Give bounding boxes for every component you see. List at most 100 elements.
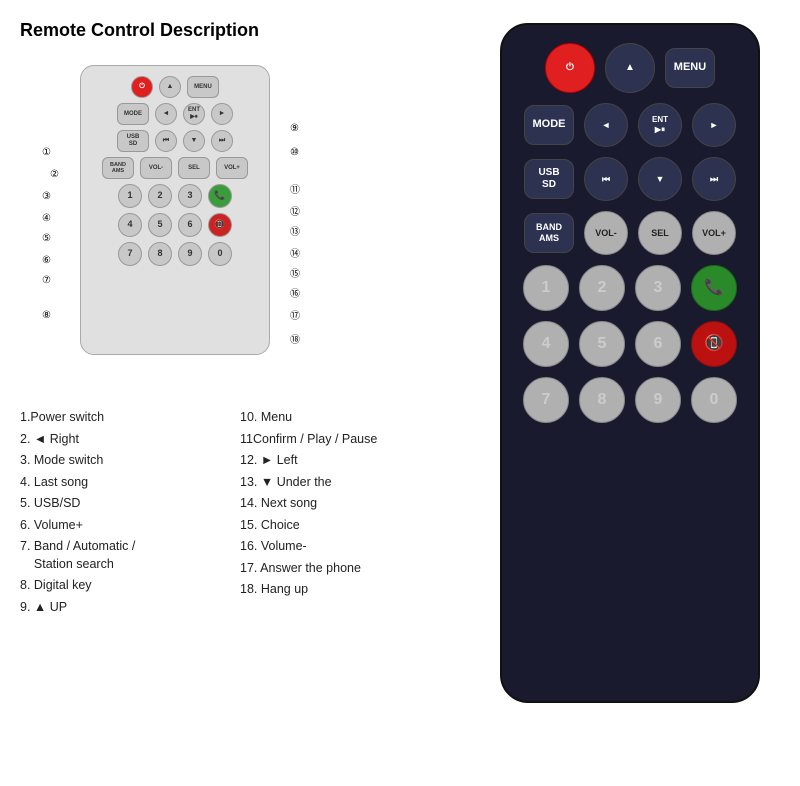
desc-item-10: 10. Menu (240, 409, 452, 427)
rv-band-btn[interactable]: BANDAMS (524, 213, 574, 253)
diag-down-btn: ▼ (183, 130, 205, 152)
rv-down-btn[interactable]: ▼ (638, 157, 682, 201)
diag-volminus-btn: VOL- (140, 157, 172, 179)
rv-usb-btn[interactable]: USBSD (524, 159, 574, 199)
label-11: ⑪ (290, 181, 300, 196)
rv-5-btn[interactable]: 5 (579, 321, 625, 367)
diag-0-btn: 0 (208, 242, 232, 266)
rv-call-btn[interactable]: 📞 (691, 265, 737, 311)
diag-7-btn: 7 (118, 242, 142, 266)
diagram-area: ⏻ ▲ MENU MODE ◄ ENT▶⏸ ► USBSD ⏮ ▼ ⏭ (20, 55, 460, 395)
rv-6-btn[interactable]: 6 (635, 321, 681, 367)
rv-row-nums3: 7 8 9 0 (520, 377, 740, 423)
right-section: ⏻ ▲ MENU MODE ◄ ENT▶⏸ ► USBSD ⏮ ▼ ⏭ BAND… (480, 20, 780, 766)
diag-next-btn: ⏭ (211, 130, 233, 152)
desc-item-14: 14. Next song (240, 495, 452, 513)
diag-usb-btn: USBSD (117, 130, 149, 152)
diag-hangup-btn: 📵 (208, 213, 232, 237)
diag-prev-btn: ⏮ (155, 130, 177, 152)
rv-volplus-btn[interactable]: VOL+ (692, 211, 736, 255)
rv-1-btn[interactable]: 1 (523, 265, 569, 311)
rv-row-2: MODE ◄ ENT▶⏸ ► (520, 103, 740, 147)
diag-mode-btn: MODE (117, 103, 149, 125)
label-9: ⑨ (290, 123, 299, 134)
rv-row-4: BANDAMS VOL- SEL VOL+ (520, 211, 740, 255)
page-title: Remote Control Description (20, 20, 460, 41)
label-18: ⑱ (290, 331, 300, 346)
label-14: ⑭ (290, 245, 300, 260)
label-13: ⑬ (290, 223, 300, 238)
diag-call-btn: 📞 (208, 184, 232, 208)
rv-3-btn[interactable]: 3 (635, 265, 681, 311)
diag-left-btn: ◄ (155, 103, 177, 125)
label-6: ⑥ (42, 255, 51, 266)
label-4: ④ (42, 213, 51, 224)
rv-row-nums2: 4 5 6 📵 (520, 321, 740, 367)
desc-col-right: 10. Menu 11Confirm / Play / Pause 12. ► … (240, 409, 460, 766)
desc-item-5: 5. USB/SD (20, 495, 232, 513)
diag-4-btn: 4 (118, 213, 142, 237)
diag-volplus-btn: VOL+ (216, 157, 248, 179)
rv-right-btn[interactable]: ► (692, 103, 736, 147)
label-7: ⑦ (42, 275, 51, 286)
rv-8-btn[interactable]: 8 (579, 377, 625, 423)
diag-sel-btn: SEL (178, 157, 210, 179)
rv-hangup-btn[interactable]: 📵 (691, 321, 737, 367)
rv-9-btn[interactable]: 9 (635, 377, 681, 423)
diag-9-btn: 9 (178, 242, 202, 266)
left-section: Remote Control Description ⏻ ▲ MENU MODE… (20, 20, 460, 766)
diag-power-btn: ⏻ (131, 76, 153, 98)
diag-5-btn: 5 (148, 213, 172, 237)
diag-1-btn: 1 (118, 184, 142, 208)
desc-item-18: 18. Hang up (240, 581, 452, 599)
diagram-remote: ⏻ ▲ MENU MODE ◄ ENT▶⏸ ► USBSD ⏮ ▼ ⏭ (80, 65, 270, 355)
desc-item-11: 11Confirm / Play / Pause (240, 431, 452, 449)
label-17: ⑰ (290, 307, 300, 322)
desc-item-9: 9. ▲ UP (20, 599, 232, 617)
rv-prev-btn[interactable]: ⏮ (584, 157, 628, 201)
rv-power-btn[interactable]: ⏻ (545, 43, 595, 93)
rv-sel-btn[interactable]: SEL (638, 211, 682, 255)
rv-2-btn[interactable]: 2 (579, 265, 625, 311)
label-3: ③ (42, 191, 51, 202)
rv-row-1: ⏻ ▲ MENU (520, 43, 740, 93)
label-16: ⑯ (290, 285, 300, 300)
rv-4-btn[interactable]: 4 (523, 321, 569, 367)
rv-left-btn[interactable]: ◄ (584, 103, 628, 147)
diag-8-btn: 8 (148, 242, 172, 266)
desc-item-13: 13. ▼ Under the (240, 474, 452, 492)
desc-col-left: 1.Power switch 2. ◄ Right 3. Mode switch… (20, 409, 240, 766)
rv-7-btn[interactable]: 7 (523, 377, 569, 423)
page: Remote Control Description ⏻ ▲ MENU MODE… (0, 0, 800, 786)
diag-band-btn: BANDAMS (102, 157, 134, 179)
label-8: ⑧ (42, 310, 51, 321)
diag-ent-btn: ENT▶⏸ (183, 103, 205, 125)
desc-item-17: 17. Answer the phone (240, 560, 452, 578)
rv-0-btn[interactable]: 0 (691, 377, 737, 423)
remote-visual: ⏻ ▲ MENU MODE ◄ ENT▶⏸ ► USBSD ⏮ ▼ ⏭ BAND… (500, 23, 760, 703)
rv-skip-btn[interactable]: ⏭ (692, 157, 736, 201)
rv-volminus-btn[interactable]: VOL- (584, 211, 628, 255)
rv-row-nums1: 1 2 3 📞 (520, 265, 740, 311)
diag-6-btn: 6 (178, 213, 202, 237)
desc-item-8: 8. Digital key (20, 577, 232, 595)
rv-menu-btn[interactable]: MENU (665, 48, 715, 88)
diag-up-btn: ▲ (159, 76, 181, 98)
desc-item-3: 3. Mode switch (20, 452, 232, 470)
diag-3-btn: 3 (178, 184, 202, 208)
desc-item-12: 12. ► Left (240, 452, 452, 470)
label-2: ② (50, 169, 59, 180)
desc-item-15: 15. Choice (240, 517, 452, 535)
label-12: ⑫ (290, 203, 300, 218)
label-15: ⑮ (290, 265, 300, 280)
rv-mode-btn[interactable]: MODE (524, 105, 574, 145)
label-10: ⑩ (290, 147, 299, 158)
rv-ent-btn[interactable]: ENT▶⏸ (638, 103, 682, 147)
desc-item-2: 2. ◄ Right (20, 431, 232, 449)
rv-up-btn[interactable]: ▲ (605, 43, 655, 93)
desc-item-16: 16. Volume- (240, 538, 452, 556)
description-section: 1.Power switch 2. ◄ Right 3. Mode switch… (20, 409, 460, 766)
label-5: ⑤ (42, 233, 51, 244)
desc-item-7: 7. Band / Automatic / Station search (20, 538, 232, 573)
label-1: ① (42, 147, 51, 158)
